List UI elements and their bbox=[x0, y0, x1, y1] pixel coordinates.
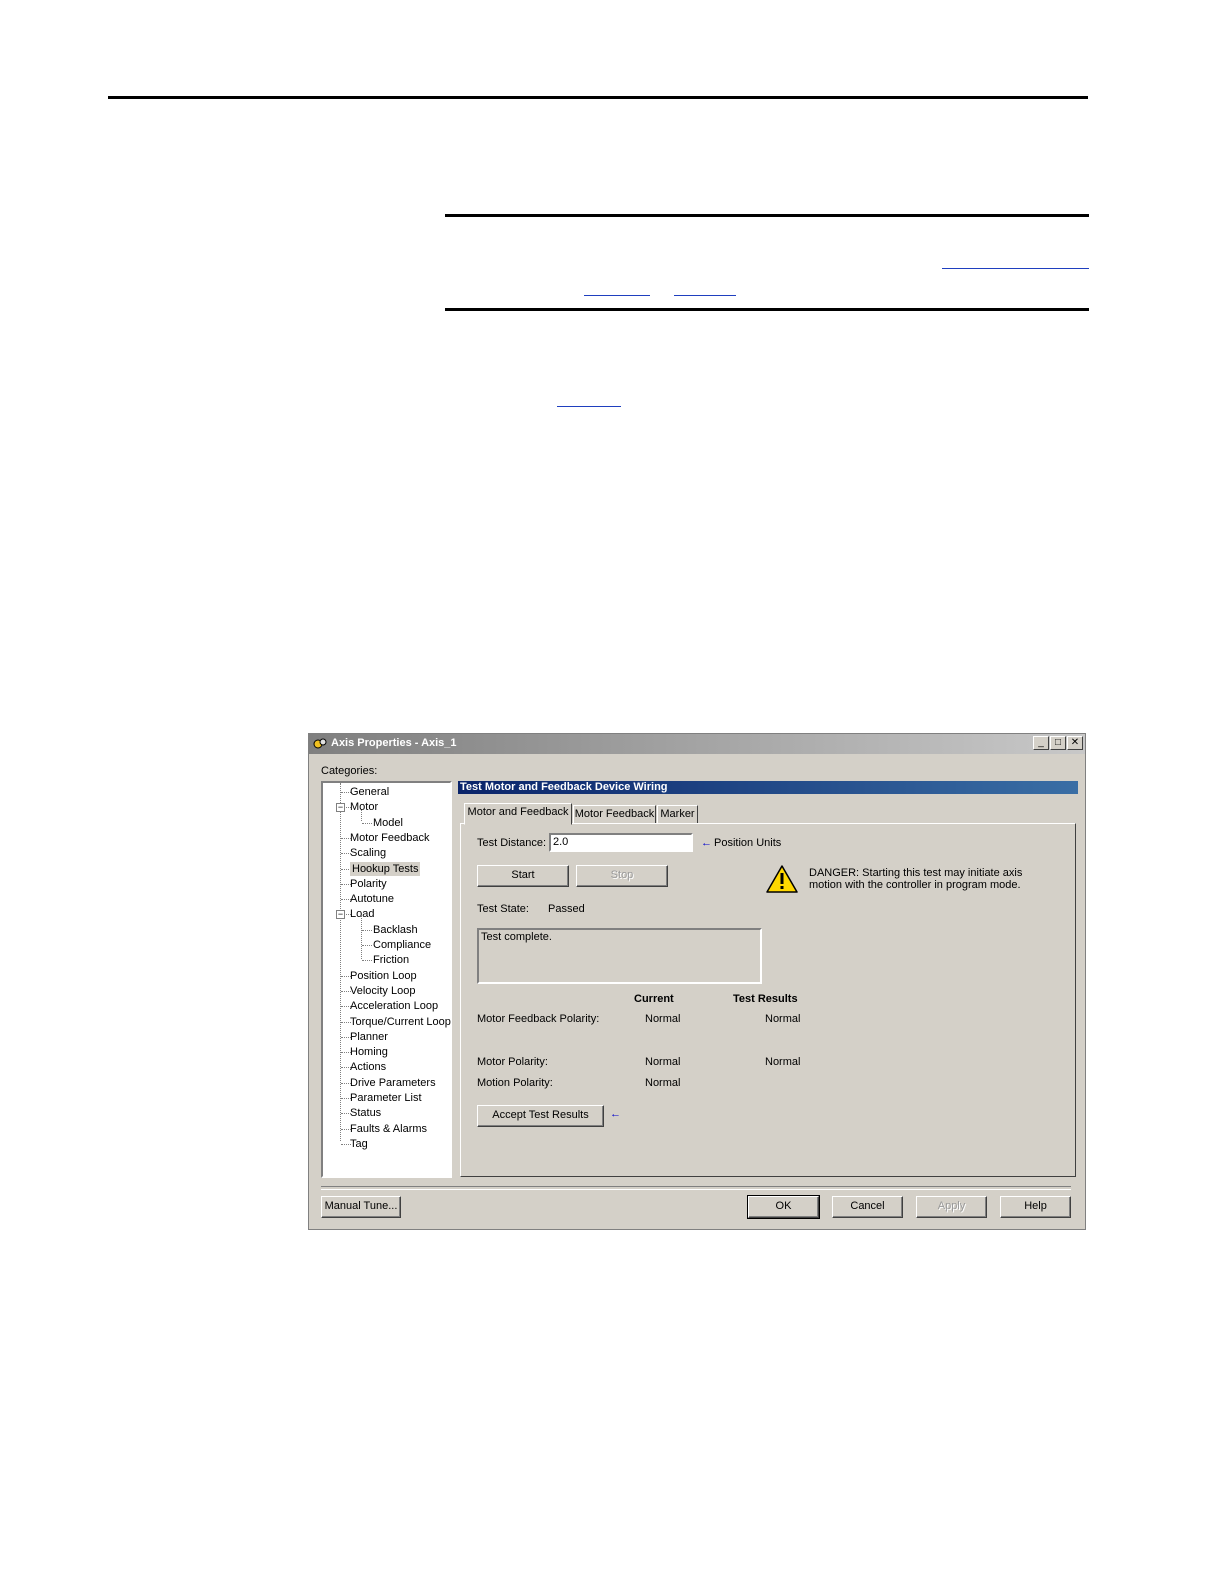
tree-item[interactable]: Status bbox=[350, 1106, 381, 1120]
tree-item[interactable]: Homing bbox=[350, 1045, 388, 1059]
tree-item[interactable]: Hookup Tests bbox=[350, 862, 421, 876]
tree-item[interactable]: Scaling bbox=[350, 846, 386, 860]
tree-item[interactable]: Planner bbox=[350, 1030, 388, 1044]
row-label: Motor Feedback Polarity: bbox=[477, 1013, 600, 1025]
test-distance-input[interactable]: 2.0 bbox=[549, 833, 693, 852]
row-current: Normal bbox=[645, 1077, 681, 1089]
tree-connector bbox=[362, 823, 372, 824]
column-header-test-results: Test Results bbox=[733, 993, 798, 1005]
note-top-rule bbox=[445, 214, 1089, 217]
arrow-left-icon: ← bbox=[701, 837, 712, 849]
row-label: Motion Polarity: bbox=[477, 1077, 553, 1089]
tree-item[interactable]: Motor Feedback bbox=[350, 831, 429, 845]
tree-connector bbox=[361, 916, 362, 959]
row-current: Normal bbox=[645, 1013, 681, 1025]
maximize-button[interactable]: □ bbox=[1050, 736, 1066, 750]
start-button[interactable]: Start bbox=[477, 865, 569, 887]
ok-button[interactable]: OK bbox=[747, 1195, 820, 1219]
tree-item[interactable]: Velocity Loop bbox=[350, 984, 415, 998]
link-underline[interactable] bbox=[942, 268, 1089, 269]
tree-item[interactable]: Friction bbox=[373, 953, 409, 967]
row-current: Normal bbox=[645, 1056, 681, 1068]
apply-button[interactable]: Apply bbox=[916, 1196, 987, 1218]
tree-collapse-icon[interactable]: − bbox=[336, 803, 345, 812]
axis-properties-dialog: Axis Properties - Axis_1 _ □ ✕ Categorie… bbox=[308, 733, 1086, 1230]
tree-item[interactable]: Load bbox=[350, 907, 374, 921]
tree-item[interactable]: Actions bbox=[350, 1060, 386, 1074]
help-button[interactable]: Help bbox=[1000, 1196, 1071, 1218]
position-units-label: Position Units bbox=[714, 837, 782, 849]
panel-header: Test Motor and Feedback Device Wiring bbox=[458, 781, 1078, 794]
danger-text-line1: DANGER: Starting this test may initiate … bbox=[809, 867, 1023, 879]
link-underline[interactable] bbox=[674, 295, 736, 296]
test-state-label: Test State: bbox=[477, 903, 529, 915]
tree-collapse-icon[interactable]: − bbox=[336, 910, 345, 919]
column-header-current: Current bbox=[634, 993, 674, 1005]
axis-app-icon bbox=[313, 738, 327, 749]
accept-test-results-button[interactable]: Accept Test Results bbox=[477, 1105, 604, 1127]
row-label: Motor Polarity: bbox=[477, 1056, 548, 1068]
tree-item[interactable]: Tag bbox=[350, 1137, 368, 1151]
minimize-button[interactable]: _ bbox=[1033, 736, 1049, 750]
tree-connector bbox=[362, 930, 372, 931]
warning-icon bbox=[766, 865, 798, 893]
tree-item[interactable]: Compliance bbox=[373, 938, 431, 952]
cancel-button[interactable]: Cancel bbox=[832, 1196, 903, 1218]
title-bar[interactable]: Axis Properties - Axis_1 _ □ ✕ bbox=[309, 734, 1085, 754]
tree-item[interactable]: Model bbox=[373, 816, 403, 830]
tree-connector bbox=[340, 783, 341, 1141]
tree-connector bbox=[362, 960, 372, 961]
tree-connector bbox=[362, 945, 372, 946]
stop-button[interactable]: Stop bbox=[576, 865, 668, 887]
categories-tree[interactable]: General − Motor Model Motor Feedback Scaling H… bbox=[321, 781, 452, 1178]
tab-motor-and-feedback[interactable]: Motor and Feedback bbox=[464, 803, 572, 825]
test-message-box[interactable]: Test complete. bbox=[477, 928, 762, 984]
window-title: Axis Properties - Axis_1 bbox=[331, 737, 457, 749]
categories-label: Categories: bbox=[321, 765, 378, 777]
row-result: Normal bbox=[765, 1013, 801, 1025]
tree-item[interactable]: Parameter List bbox=[350, 1091, 422, 1105]
danger-text-line2: motion with the controller in program mo… bbox=[809, 879, 1021, 891]
tab-motor-feedback[interactable]: Motor Feedback bbox=[573, 805, 656, 824]
tree-item[interactable]: Position Loop bbox=[350, 969, 417, 983]
tree-item[interactable]: Motor bbox=[350, 800, 378, 814]
tree-item[interactable]: Acceleration Loop bbox=[350, 999, 438, 1013]
close-button[interactable]: ✕ bbox=[1067, 736, 1083, 750]
footer-separator bbox=[321, 1186, 1071, 1190]
tree-item[interactable]: Backlash bbox=[373, 923, 418, 937]
tree-item[interactable]: General bbox=[350, 785, 389, 799]
manual-tune-button[interactable]: Manual Tune... bbox=[321, 1196, 401, 1218]
arrow-left-icon: ← bbox=[610, 1108, 621, 1120]
tree-item[interactable]: Polarity bbox=[350, 877, 387, 891]
tree-item[interactable]: Autotune bbox=[350, 892, 394, 906]
page-top-rule bbox=[108, 96, 1088, 99]
tab-marker[interactable]: Marker bbox=[657, 805, 698, 824]
tree-item[interactable]: Torque/Current Loop bbox=[350, 1015, 451, 1029]
tree-item[interactable]: Drive Parameters bbox=[350, 1076, 436, 1090]
link-underline[interactable] bbox=[557, 406, 621, 407]
row-result: Normal bbox=[765, 1056, 801, 1068]
tree-item[interactable]: Faults & Alarms bbox=[350, 1122, 427, 1136]
test-distance-label: Test Distance: bbox=[477, 837, 547, 849]
note-bottom-rule bbox=[445, 308, 1089, 311]
link-underline[interactable] bbox=[584, 295, 650, 296]
test-state-value: Passed bbox=[548, 903, 585, 915]
